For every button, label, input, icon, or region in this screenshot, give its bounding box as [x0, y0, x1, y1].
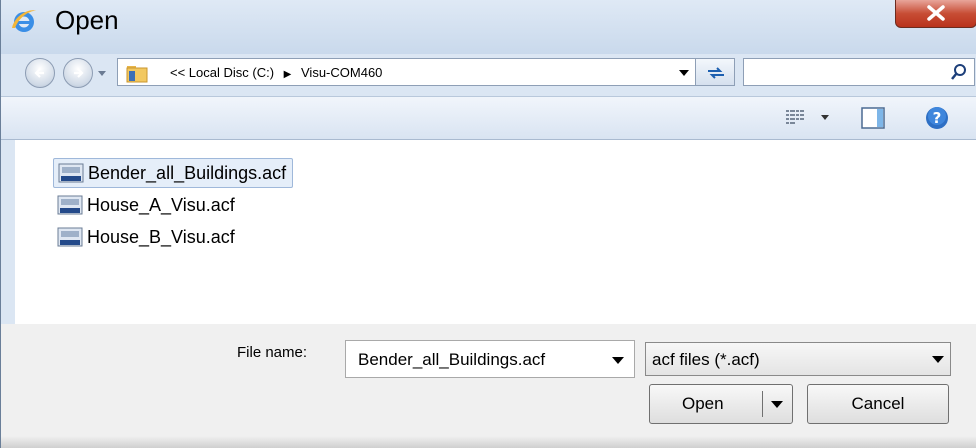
title-bar[interactable]: Open — [1, 0, 976, 54]
acf-file-icon — [58, 163, 84, 183]
open-button[interactable]: Open — [649, 384, 793, 424]
dialog-footer: File name: acf files (*.acf) Open Cancel — [1, 324, 976, 448]
recent-locations-chevron-icon[interactable] — [97, 70, 107, 78]
acf-file-icon — [57, 227, 83, 247]
folder-icon — [126, 66, 148, 83]
file-name: House_A_Visu.acf — [87, 194, 235, 215]
svg-text:?: ? — [933, 109, 942, 127]
file-item-house-a-visu[interactable]: House_A_Visu.acf — [53, 190, 241, 220]
acf-file-icon — [57, 195, 83, 215]
views-icon[interactable] — [785, 109, 805, 127]
breadcrumb-root[interactable]: << Local Disc (C:) — [170, 65, 274, 80]
back-arrow-icon — [34, 68, 44, 78]
command-toolbar: ? — [1, 96, 976, 140]
refresh-icon — [708, 67, 724, 79]
filename-dropdown-icon[interactable] — [612, 357, 624, 364]
refresh-button[interactable] — [695, 58, 735, 86]
close-icon — [927, 5, 945, 21]
address-bar[interactable]: << Local Disc (C:) ▶ Visu-COM460 — [117, 58, 735, 86]
close-button[interactable] — [895, 0, 976, 28]
file-item-bender-all-buildings[interactable]: Bender_all_Buildings.acf — [53, 158, 294, 188]
filename-label: File name: — [237, 344, 308, 361]
address-dropdown-icon[interactable] — [678, 69, 690, 77]
file-name: Bender_all_Buildings.acf — [88, 162, 287, 183]
filename-combobox[interactable] — [345, 340, 635, 378]
views-dropdown-icon[interactable] — [821, 115, 829, 120]
open-dialog: Open << Local Disc (C:) ▶ Visu-COM460 ? … — [0, 0, 976, 448]
filetype-value: acf files (*.acf) — [652, 350, 760, 369]
breadcrumb-current-folder[interactable]: Visu-COM460 — [301, 65, 382, 80]
ie-logo-icon — [12, 10, 36, 32]
back-button[interactable] — [25, 58, 55, 88]
open-options-chevron-icon[interactable] — [771, 401, 783, 408]
filename-input[interactable] — [356, 349, 610, 371]
filetype-dropdown-icon[interactable] — [932, 356, 944, 363]
open-split-divider — [762, 391, 763, 417]
window-title: Open — [55, 5, 119, 35]
search-icon[interactable] — [950, 63, 968, 81]
open-button-label: Open — [682, 394, 724, 413]
forward-arrow-icon — [74, 68, 84, 78]
search-input[interactable] — [748, 62, 942, 84]
file-item-house-b-visu[interactable]: House_B_Visu.acf — [53, 222, 241, 252]
filetype-select[interactable]: acf files (*.acf) — [645, 342, 951, 376]
search-box[interactable] — [743, 58, 975, 86]
window-bottom-edge — [1, 436, 976, 448]
address-path[interactable]: << Local Disc (C:) ▶ Visu-COM460 — [170, 65, 382, 80]
preview-pane-icon[interactable] — [861, 107, 885, 129]
breadcrumb-separator-icon[interactable]: ▶ — [284, 69, 292, 80]
file-name: House_B_Visu.acf — [87, 226, 235, 247]
file-list[interactable]: Bender_all_Buildings.acf House_A_Visu.ac… — [15, 140, 976, 324]
help-icon[interactable]: ? — [925, 106, 949, 130]
cancel-button[interactable]: Cancel — [807, 384, 949, 424]
forward-button[interactable] — [63, 58, 93, 88]
